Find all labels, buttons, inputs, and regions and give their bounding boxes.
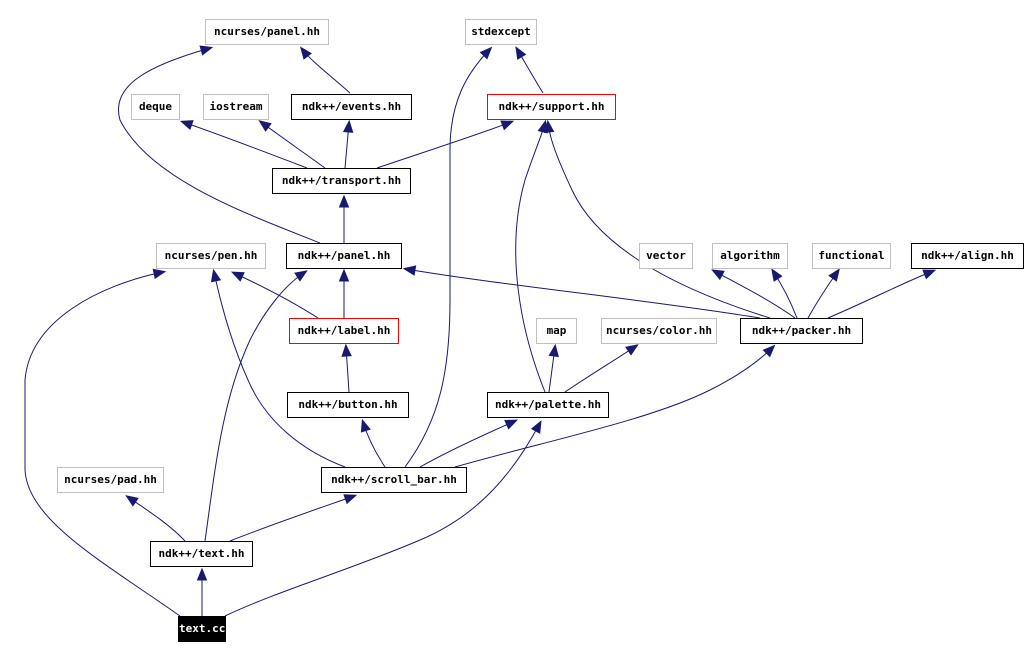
edge-packer-to-vector [713, 270, 796, 319]
edge-palette-to-support [515, 122, 546, 393]
node-iostream: iostream [203, 94, 269, 120]
node-packer[interactable]: ndk++/packer.hh [740, 318, 863, 344]
node-palette[interactable]: ndk++/palette.hh [487, 392, 609, 418]
arrowhead-icon [342, 119, 354, 133]
node-transport[interactable]: ndk++/transport.hh [272, 168, 411, 194]
edge-scroll_bar-to-stdexcept [404, 48, 491, 468]
arrowhead-icon [515, 46, 527, 60]
node-color: ncurses/color.hh [601, 318, 717, 344]
arrowhead-icon [179, 120, 194, 131]
node-vector: vector [639, 243, 693, 269]
arrowhead-icon [530, 420, 542, 434]
arrowhead-icon [338, 268, 350, 282]
node-text[interactable]: ndk++/text.hh [150, 541, 253, 567]
arrowhead-icon [711, 269, 725, 281]
edge-text_cc-to-palette [224, 422, 541, 617]
arrowhead-icon [152, 268, 167, 280]
arrowhead-icon [625, 344, 639, 356]
include-dependency-graph: ncurses/panel.hh stdexcept deque iostream nd… [0, 0, 1032, 659]
arrowhead-icon [828, 268, 840, 282]
arrowhead-icon [230, 271, 245, 282]
node-stdexcept: stdexcept [465, 19, 537, 45]
node-map: map [536, 318, 577, 344]
node-events[interactable]: ndk++/events.hh [291, 94, 412, 120]
node-support[interactable]: ndk++/support.hh [487, 94, 616, 120]
edge-scroll_bar-to-palette [419, 420, 516, 468]
node-button[interactable]: ndk++/button.hh [287, 392, 409, 418]
arrowhead-icon [341, 343, 352, 357]
edge-transport-to-deque [182, 121, 308, 169]
node-pad: ncurses/pad.hh [57, 467, 164, 493]
edge-scroll_bar-to-pen [213, 271, 346, 468]
node-algorithm: algorithm [712, 243, 788, 269]
arrowhead-icon [199, 45, 214, 56]
edge-packer-to-support [547, 122, 771, 319]
edge-events-to-ncurses_panel [301, 48, 351, 94]
arrowhead-icon [360, 418, 371, 433]
node-label[interactable]: ndk++/label.hh [289, 318, 399, 344]
node-panel[interactable]: ndk++/panel.hh [286, 243, 402, 269]
arrowhead-icon [258, 120, 272, 132]
arrowhead-icon [210, 268, 222, 283]
edge-palette-to-color [564, 345, 637, 393]
node-ncurses-panel: ncurses/panel.hh [205, 19, 329, 45]
edge-text-to-pad [127, 496, 186, 542]
node-functional: functional [812, 243, 891, 269]
node-text-cc[interactable]: text.cc [178, 616, 226, 642]
edge-transport-to-iostream [260, 121, 326, 169]
arrowhead-icon [338, 194, 350, 208]
arrowhead-icon [922, 269, 937, 280]
node-align[interactable]: ndk++/align.hh [911, 243, 1024, 269]
arrowhead-icon [343, 494, 358, 505]
arrowhead-icon [500, 120, 515, 131]
arrowhead-icon [196, 567, 208, 581]
edge-packer-to-panel [405, 268, 761, 319]
edge-label-to-pen [233, 272, 319, 319]
node-deque: deque [131, 94, 180, 120]
arrowhead-icon [294, 270, 308, 282]
arrowhead-icon [548, 343, 559, 358]
edge-packer-to-align [827, 270, 934, 319]
edge-panel-to-ncurses_panel [118, 47, 321, 244]
edge-text-to-scroll_bar [229, 495, 355, 542]
node-pen: ncurses/pen.hh [156, 243, 266, 269]
arrowhead-icon [402, 265, 417, 276]
arrowhead-icon [504, 419, 519, 430]
arrowhead-icon [125, 495, 139, 507]
arrowhead-icon [537, 119, 548, 134]
node-scroll-bar[interactable]: ndk++/scroll_bar.hh [321, 467, 467, 493]
arrowhead-icon [771, 268, 783, 282]
edge-transport-to-support [376, 121, 512, 169]
